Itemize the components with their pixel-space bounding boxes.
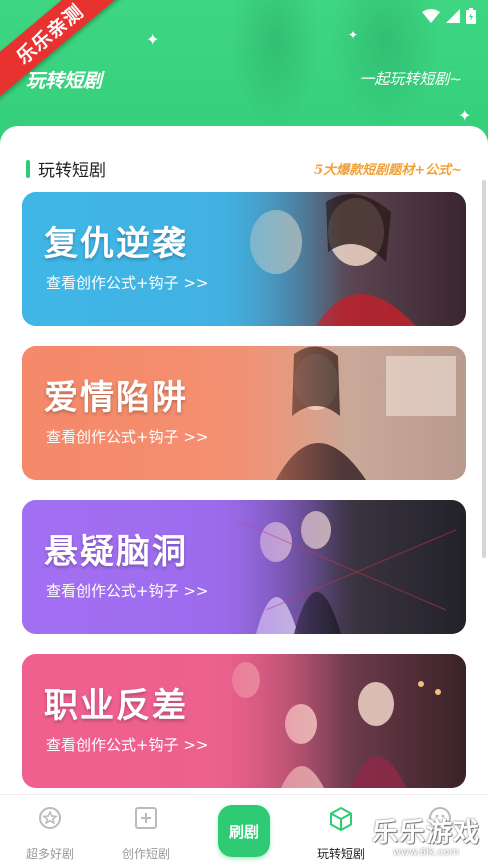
card-career-contrast[interactable]: 职业反差 查看创作公式+钩子 >> <box>22 654 466 788</box>
sparkle-icon: ✦ <box>458 106 472 125</box>
sparkle-icon: ✦ <box>348 28 359 42</box>
main-content[interactable]: 玩转短剧 5大爆款短剧题材+公式~ 复仇逆袭 查看创作公式+钩子 >> 爱情陷阱… <box>0 126 488 794</box>
header-slogan: 一起玩转短剧~ <box>359 70 462 88</box>
tab-hot-dramas[interactable]: 超多好剧 <box>0 795 100 867</box>
card-title: 职业反差 <box>44 686 188 726</box>
center-play-button[interactable]: 刷剧 <box>218 805 270 857</box>
section-accent-bar <box>26 159 30 178</box>
page-title: 玩转短剧 <box>26 70 103 92</box>
card-link[interactable]: 查看创作公式+钩子 >> <box>46 272 208 293</box>
card-title: 复仇逆袭 <box>44 224 188 264</box>
wifi-icon <box>422 9 440 23</box>
card-revenge[interactable]: 复仇逆袭 查看创作公式+钩子 >> <box>22 192 466 326</box>
tab-label: 超多好剧 <box>25 847 74 861</box>
card-title: 爱情陷阱 <box>44 378 188 418</box>
status-bar <box>422 6 476 26</box>
header: ✦ ✦ ✦ 乐乐亲测 玩转短剧 一起玩转短剧~ <box>0 0 488 140</box>
signal-icon <box>446 9 460 23</box>
watermark-title: 乐乐游戏 <box>371 818 480 848</box>
add-square-icon <box>135 807 157 829</box>
card-title: 悬疑脑洞 <box>44 532 188 572</box>
card-link[interactable]: 查看创作公式+钩子 >> <box>46 734 208 755</box>
tab-label: 创作短剧 <box>121 847 170 861</box>
site-watermark: 乐乐游戏 www.6lk.com <box>370 812 482 858</box>
battery-icon <box>466 8 476 24</box>
card-link[interactable]: 查看创作公式+钩子 >> <box>46 426 208 447</box>
card-mystery[interactable]: 悬疑脑洞 查看创作公式+钩子 >> <box>22 500 466 634</box>
card-link[interactable]: 查看创作公式+钩子 >> <box>46 580 208 601</box>
cube-icon <box>330 807 352 831</box>
card-love-trap[interactable]: 爱情陷阱 查看创作公式+钩子 >> <box>22 346 466 480</box>
scrollbar[interactable] <box>482 180 486 558</box>
section-title: 玩转短剧 <box>38 161 106 181</box>
tab-create-drama[interactable]: 创作短剧 <box>96 795 196 867</box>
ribbon-label: 乐乐亲测 <box>12 0 88 69</box>
film-star-icon <box>39 807 61 829</box>
section-header: 玩转短剧 <box>26 156 106 181</box>
section-subtitle: 5大爆款短剧题材+公式~ <box>314 163 462 178</box>
sparkle-icon: ✦ <box>146 30 160 49</box>
